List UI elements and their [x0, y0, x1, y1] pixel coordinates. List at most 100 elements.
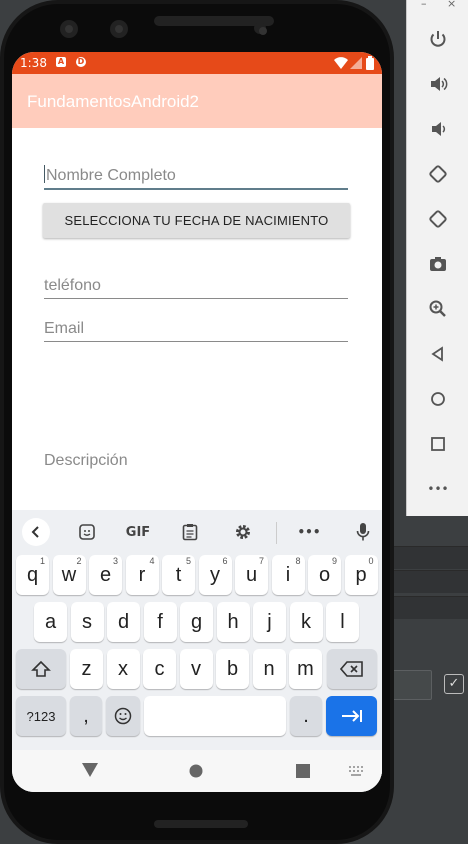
- phone-input[interactable]: teléfono: [44, 277, 348, 299]
- battery-icon: [366, 56, 374, 70]
- nav-home-icon[interactable]: [189, 764, 203, 778]
- zoom-icon: [429, 300, 446, 317]
- nav-overview-icon[interactable]: [296, 764, 310, 778]
- text-cursor: [44, 165, 45, 183]
- minimize-button[interactable]: –: [421, 0, 427, 10]
- sticker-icon: [79, 524, 95, 540]
- key-b[interactable]: b: [216, 649, 249, 689]
- sticker-button[interactable]: [72, 518, 102, 546]
- emoji-key[interactable]: [106, 696, 140, 736]
- space-key[interactable]: [144, 696, 286, 736]
- zoom-button[interactable]: [423, 294, 453, 324]
- settings-button[interactable]: [228, 518, 258, 546]
- full-name-input[interactable]: Nombre Completo: [44, 165, 348, 190]
- key-c[interactable]: c: [143, 649, 176, 689]
- key-e[interactable]: e3: [89, 555, 122, 595]
- key-p[interactable]: p0: [344, 555, 378, 595]
- nav-back-icon[interactable]: [81, 762, 99, 778]
- key-g[interactable]: g: [180, 602, 213, 642]
- backspace-icon: [340, 661, 363, 677]
- key-q[interactable]: q1: [16, 555, 49, 595]
- gif-button[interactable]: GIF: [120, 518, 156, 546]
- keyboard-toolbar: GIF •••: [12, 510, 382, 554]
- key-label: i: [285, 563, 291, 586]
- key-o[interactable]: o9: [308, 555, 341, 595]
- key-label: r: [138, 563, 146, 586]
- key-label: w: [61, 563, 77, 586]
- key-y[interactable]: y6: [198, 555, 232, 595]
- key-a[interactable]: a: [34, 602, 67, 642]
- back-icon: [431, 346, 443, 362]
- key-n[interactable]: n: [252, 649, 286, 689]
- screenshot-button[interactable]: [423, 249, 453, 279]
- signal-icon: [350, 57, 362, 69]
- key-k[interactable]: k: [289, 602, 323, 642]
- key-v[interactable]: v: [179, 649, 213, 689]
- app-bar: FundamentosAndroid2: [12, 74, 382, 128]
- key-hint: 0: [368, 556, 374, 566]
- phone-frame: 1:38 A D FundamentosAndroid2 Nombre Comp…: [0, 0, 394, 844]
- keyboard-switch-icon[interactable]: [348, 766, 364, 776]
- key-r[interactable]: r4: [125, 555, 159, 595]
- next-key[interactable]: [326, 696, 377, 736]
- key-m[interactable]: m: [289, 649, 322, 689]
- status-bar: 1:38 A D: [12, 52, 382, 74]
- key-label: o: [318, 563, 331, 586]
- key-label: p: [355, 563, 367, 586]
- key-x[interactable]: x: [106, 649, 140, 689]
- front-sensor: [110, 20, 128, 38]
- key-j[interactable]: j: [253, 602, 286, 642]
- phone-screen: 1:38 A D FundamentosAndroid2 Nombre Comp…: [12, 52, 382, 792]
- shift-icon: [31, 660, 51, 677]
- key-f[interactable]: f: [143, 602, 177, 642]
- symbols-key[interactable]: ?123: [16, 696, 66, 736]
- clipboard-button[interactable]: [175, 518, 205, 546]
- key-i[interactable]: i8: [271, 555, 305, 595]
- overview-button[interactable]: [423, 429, 453, 459]
- key-w[interactable]: w2: [52, 555, 86, 595]
- voice-input-button[interactable]: [348, 518, 378, 546]
- key-hint: 6: [222, 556, 228, 566]
- front-camera: [60, 20, 78, 38]
- collapse-toolbar-button[interactable]: [22, 518, 50, 546]
- more-button[interactable]: •••: [423, 474, 453, 504]
- home-button[interactable]: [423, 384, 453, 414]
- status-time: 1:38: [20, 56, 47, 70]
- volume-down-button[interactable]: [423, 114, 453, 144]
- key-z[interactable]: z: [70, 649, 103, 689]
- key-t[interactable]: t5: [162, 555, 195, 595]
- period-key[interactable]: .: [290, 696, 322, 736]
- ide-checkbox[interactable]: ✓: [444, 674, 464, 694]
- comma-key[interactable]: ,: [70, 696, 102, 736]
- backspace-key[interactable]: [327, 649, 377, 689]
- overview-icon: [431, 437, 445, 451]
- email-placeholder: Email: [44, 320, 85, 337]
- power-button[interactable]: [423, 24, 453, 54]
- key-label: q: [26, 563, 39, 586]
- description-input[interactable]: Descripción: [44, 452, 128, 470]
- back-button[interactable]: [423, 339, 453, 369]
- proximity-sensor: [254, 22, 267, 35]
- birthdate-button[interactable]: SELECCIONA TU FECHA DE NACIMIENTO: [43, 203, 350, 238]
- key-h[interactable]: h: [216, 602, 250, 642]
- volume-up-button[interactable]: [423, 69, 453, 99]
- rotate-right-icon: [429, 210, 447, 228]
- rotate-right-button[interactable]: [423, 204, 453, 234]
- mic-icon: [356, 523, 370, 541]
- gear-icon: [236, 525, 250, 539]
- email-input[interactable]: Email: [44, 320, 348, 342]
- more-options-button[interactable]: •••: [294, 518, 324, 546]
- close-button[interactable]: ×: [447, 0, 456, 10]
- key-hint: 8: [295, 556, 301, 566]
- shift-key[interactable]: [16, 649, 66, 689]
- key-s[interactable]: s: [70, 602, 104, 642]
- power-icon: [430, 31, 446, 47]
- key-hint: 1: [39, 556, 45, 566]
- key-l[interactable]: l: [326, 602, 359, 642]
- chevron-left-icon: [31, 526, 39, 538]
- key-hint: 7: [258, 556, 264, 566]
- app-notification-icon: D: [76, 57, 86, 67]
- key-u[interactable]: u7: [235, 555, 268, 595]
- rotate-left-button[interactable]: [423, 159, 453, 189]
- key-d[interactable]: d: [107, 602, 140, 642]
